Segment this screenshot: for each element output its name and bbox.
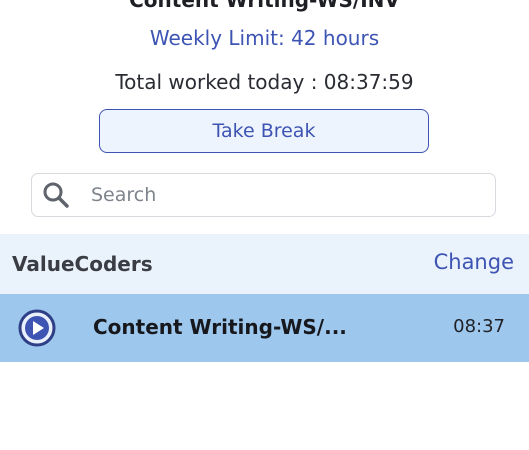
weekly-limit-text: Weekly Limit: 42 hours (149, 26, 380, 50)
project-title: Content Writing-WS/INV (129, 0, 400, 12)
task-name: Content Writing-WS/... (93, 315, 347, 339)
search-icon (41, 180, 71, 210)
search-input[interactable] (91, 184, 495, 206)
tracker-panel: Content Writing-WS/INV Weekly Limit: 42 … (0, 0, 529, 450)
task-row-selected[interactable]: Content Writing-WS/... 08:37 (0, 294, 529, 362)
take-break-button[interactable]: Take Break (99, 109, 429, 153)
change-client-link[interactable]: Change (434, 250, 514, 274)
client-name: ValueCoders (12, 252, 153, 276)
search-box[interactable] (31, 173, 496, 217)
total-worked-today: Total worked today : 08:37:59 (115, 70, 414, 94)
task-time: 08:37 (453, 316, 505, 337)
client-row: ValueCoders Change (0, 234, 529, 294)
play-circle-icon[interactable] (17, 308, 57, 348)
